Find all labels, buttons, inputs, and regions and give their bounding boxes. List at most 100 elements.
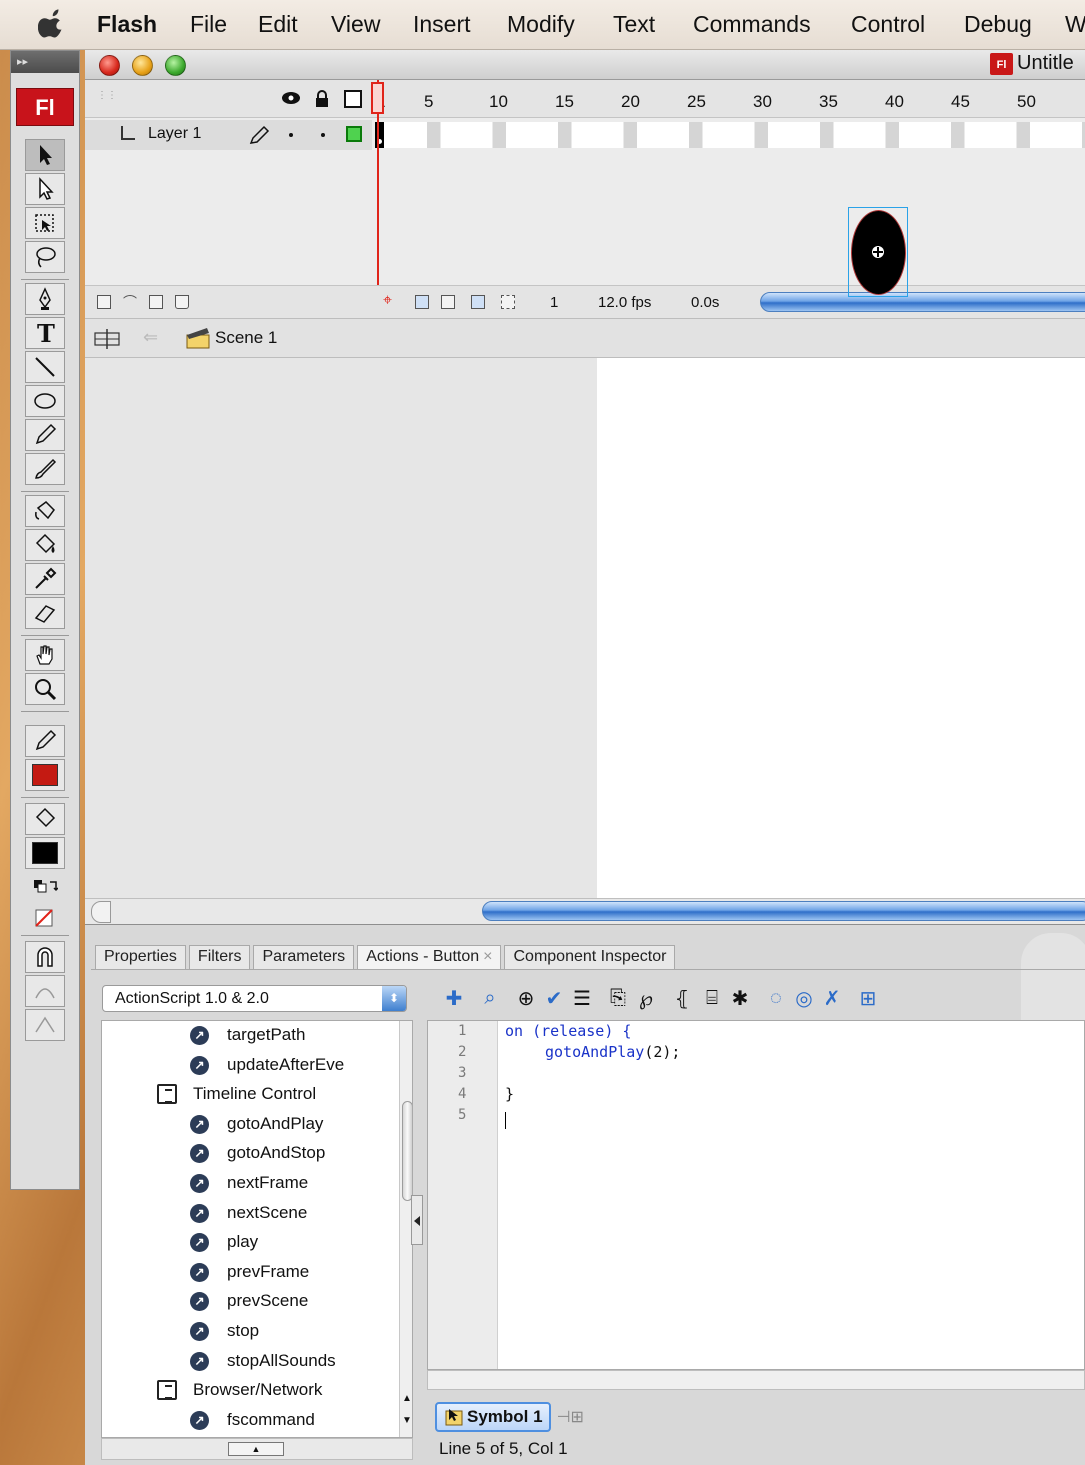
zoom-tool[interactable] bbox=[25, 673, 65, 705]
tree-item[interactable]: ↗ nextScene bbox=[190, 1199, 307, 1227]
tree-item[interactable]: ↗ gotoAndPlay bbox=[190, 1110, 323, 1138]
remove-comment-icon[interactable]: ✗ bbox=[819, 985, 845, 1011]
playhead[interactable] bbox=[371, 82, 384, 114]
lock-icon[interactable] bbox=[314, 90, 330, 108]
debug-options-icon[interactable]: ℘ bbox=[633, 985, 659, 1011]
tab-actions-button[interactable]: Actions - Button × bbox=[357, 945, 502, 969]
pen-tool[interactable] bbox=[25, 283, 65, 315]
layer-name-cell[interactable]: Layer 1 bbox=[85, 120, 372, 150]
tree-horizontal-scrollbar[interactable]: ▲ bbox=[101, 1438, 413, 1460]
snap-to-objects-button[interactable] bbox=[25, 941, 65, 973]
free-transform-tool[interactable] bbox=[25, 207, 65, 239]
pin-script-icon[interactable]: ⊣⊞ bbox=[557, 1407, 584, 1427]
fill-color-tool[interactable] bbox=[25, 803, 65, 835]
stage-scrollbar-thumb[interactable] bbox=[482, 901, 1085, 921]
zoom-window-button[interactable] bbox=[165, 55, 186, 76]
text-tool[interactable]: T bbox=[25, 317, 65, 349]
stroke-color-tool[interactable] bbox=[25, 725, 65, 757]
tree-folder[interactable]: Browser/Network bbox=[157, 1376, 322, 1404]
grip-handle-icon[interactable]: ⋮⋮ bbox=[97, 90, 117, 101]
layer-row[interactable]: Layer 1 bbox=[85, 120, 1085, 150]
paint-bucket-tool[interactable] bbox=[25, 529, 65, 561]
tab-filters[interactable]: Filters bbox=[188, 945, 251, 969]
line-tool[interactable] bbox=[25, 351, 65, 383]
script-horizontal-scrollbar[interactable] bbox=[427, 1370, 1085, 1390]
visible-dot[interactable] bbox=[289, 133, 293, 137]
menu-view[interactable]: View bbox=[331, 11, 380, 38]
lock-dot[interactable] bbox=[321, 133, 325, 137]
no-color-button[interactable] bbox=[25, 903, 65, 935]
check-syntax-icon[interactable]: ✔ bbox=[541, 985, 567, 1011]
selection-tool[interactable] bbox=[25, 139, 65, 171]
oval-tool[interactable] bbox=[25, 385, 65, 417]
add-statement-icon[interactable]: ✚ bbox=[441, 985, 467, 1011]
tree-item[interactable]: ↗ updateAfterEve bbox=[190, 1051, 344, 1079]
tools-collapse-strip[interactable]: ▸▸ bbox=[11, 51, 79, 73]
menu-edit[interactable]: Edit bbox=[258, 11, 298, 38]
timeline-scrollbar-thumb[interactable] bbox=[760, 292, 1085, 312]
outline-toggle-icon[interactable] bbox=[344, 90, 362, 108]
tree-item[interactable]: ↗ stop bbox=[190, 1317, 259, 1345]
apply-block-comment-icon[interactable]: ◌ bbox=[763, 985, 789, 1011]
find-icon[interactable]: ⌕ bbox=[477, 985, 503, 1011]
eraser-tool[interactable] bbox=[25, 597, 65, 629]
tree-item[interactable]: ↗ targetPath bbox=[190, 1021, 305, 1049]
edit-multiple-frames-icon[interactable] bbox=[471, 295, 485, 309]
scroll-left-cap[interactable] bbox=[91, 901, 111, 923]
menu-flash[interactable]: Flash bbox=[97, 11, 157, 38]
eyedropper-tool[interactable] bbox=[25, 563, 65, 595]
tree-item[interactable]: ↗ gotoAndStop bbox=[190, 1139, 325, 1167]
swap-colors-button[interactable] bbox=[25, 873, 65, 905]
hand-tool[interactable] bbox=[25, 639, 65, 671]
onion-outlines-icon[interactable] bbox=[441, 295, 455, 309]
apple-menu-icon[interactable] bbox=[38, 8, 66, 38]
collapse-between-braces-icon[interactable]: ⦃ bbox=[669, 985, 695, 1011]
expand-all-icon[interactable]: ✱ bbox=[727, 985, 753, 1011]
onion-skin-icon[interactable] bbox=[415, 295, 429, 309]
stage-horizontal-scrollbar[interactable] bbox=[85, 898, 1085, 924]
tab-component-inspector[interactable]: Component Inspector bbox=[504, 945, 676, 969]
auto-format-icon[interactable]: ☰ bbox=[569, 985, 595, 1011]
menu-text[interactable]: Text bbox=[613, 11, 655, 38]
trash-icon[interactable] bbox=[175, 295, 189, 309]
new-folder-icon[interactable] bbox=[149, 295, 163, 309]
layer-outline-color[interactable] bbox=[346, 126, 362, 142]
fill-color-swatch[interactable] bbox=[25, 837, 65, 869]
collapse-selection-icon[interactable]: ⌸ bbox=[699, 985, 725, 1011]
menu-commands[interactable]: Commands bbox=[693, 11, 811, 38]
tree-item[interactable]: ↗ stopAllSounds bbox=[190, 1347, 336, 1375]
lasso-tool[interactable] bbox=[25, 241, 65, 273]
tab-parameters[interactable]: Parameters bbox=[253, 945, 355, 969]
tree-item[interactable]: ↗ fscommand bbox=[190, 1406, 315, 1434]
brush-tool[interactable] bbox=[25, 453, 65, 485]
frames-strip[interactable] bbox=[375, 122, 1085, 148]
pencil-tool[interactable] bbox=[25, 419, 65, 451]
close-window-button[interactable] bbox=[99, 55, 120, 76]
script-editor[interactable]: 1 2 3 4 5 on (release) { gotoAndPlay(2);… bbox=[427, 1020, 1085, 1370]
button-symbol-instance[interactable] bbox=[848, 207, 908, 297]
straighten-button[interactable] bbox=[25, 1009, 65, 1041]
motion-guide-icon[interactable]: ⌒ bbox=[123, 292, 137, 312]
smooth-button[interactable] bbox=[25, 975, 65, 1007]
scroll-down-arrow-icon[interactable]: ▼ bbox=[402, 1415, 412, 1426]
back-arrow-icon[interactable]: ⇐ bbox=[143, 327, 158, 348]
menu-modify[interactable]: Modify bbox=[507, 11, 575, 38]
scene-name[interactable]: Scene 1 bbox=[215, 328, 277, 348]
scroll-up-arrow-icon[interactable]: ▲ bbox=[402, 1393, 412, 1404]
eye-icon[interactable] bbox=[281, 91, 301, 105]
tab-properties[interactable]: Properties bbox=[95, 945, 186, 969]
timeline-toggle-icon[interactable] bbox=[93, 327, 121, 351]
show-hide-toolbox-icon[interactable]: ⊞ bbox=[855, 985, 881, 1011]
menu-window[interactable]: W bbox=[1065, 11, 1085, 38]
tree-folder[interactable]: Timeline Control bbox=[157, 1080, 316, 1108]
minimize-window-button[interactable] bbox=[132, 55, 153, 76]
actions-toolbox-tree[interactable]: ↗ targetPath ↗ updateAfterEve Timeline Con… bbox=[101, 1020, 413, 1438]
subselection-tool[interactable] bbox=[25, 173, 65, 205]
tree-item[interactable]: ↗ prevFrame bbox=[190, 1258, 309, 1286]
show-code-hint-icon[interactable]: ⎘ bbox=[605, 985, 631, 1011]
stage[interactable] bbox=[597, 358, 1085, 898]
stroke-color-swatch[interactable] bbox=[25, 759, 65, 791]
actionscript-version-select[interactable]: ActionScript 1.0 & 2.0 ⬍ bbox=[102, 985, 407, 1012]
tree-item[interactable]: ↗ play bbox=[190, 1228, 258, 1256]
tree-scrollbar-thumb[interactable] bbox=[402, 1101, 412, 1201]
